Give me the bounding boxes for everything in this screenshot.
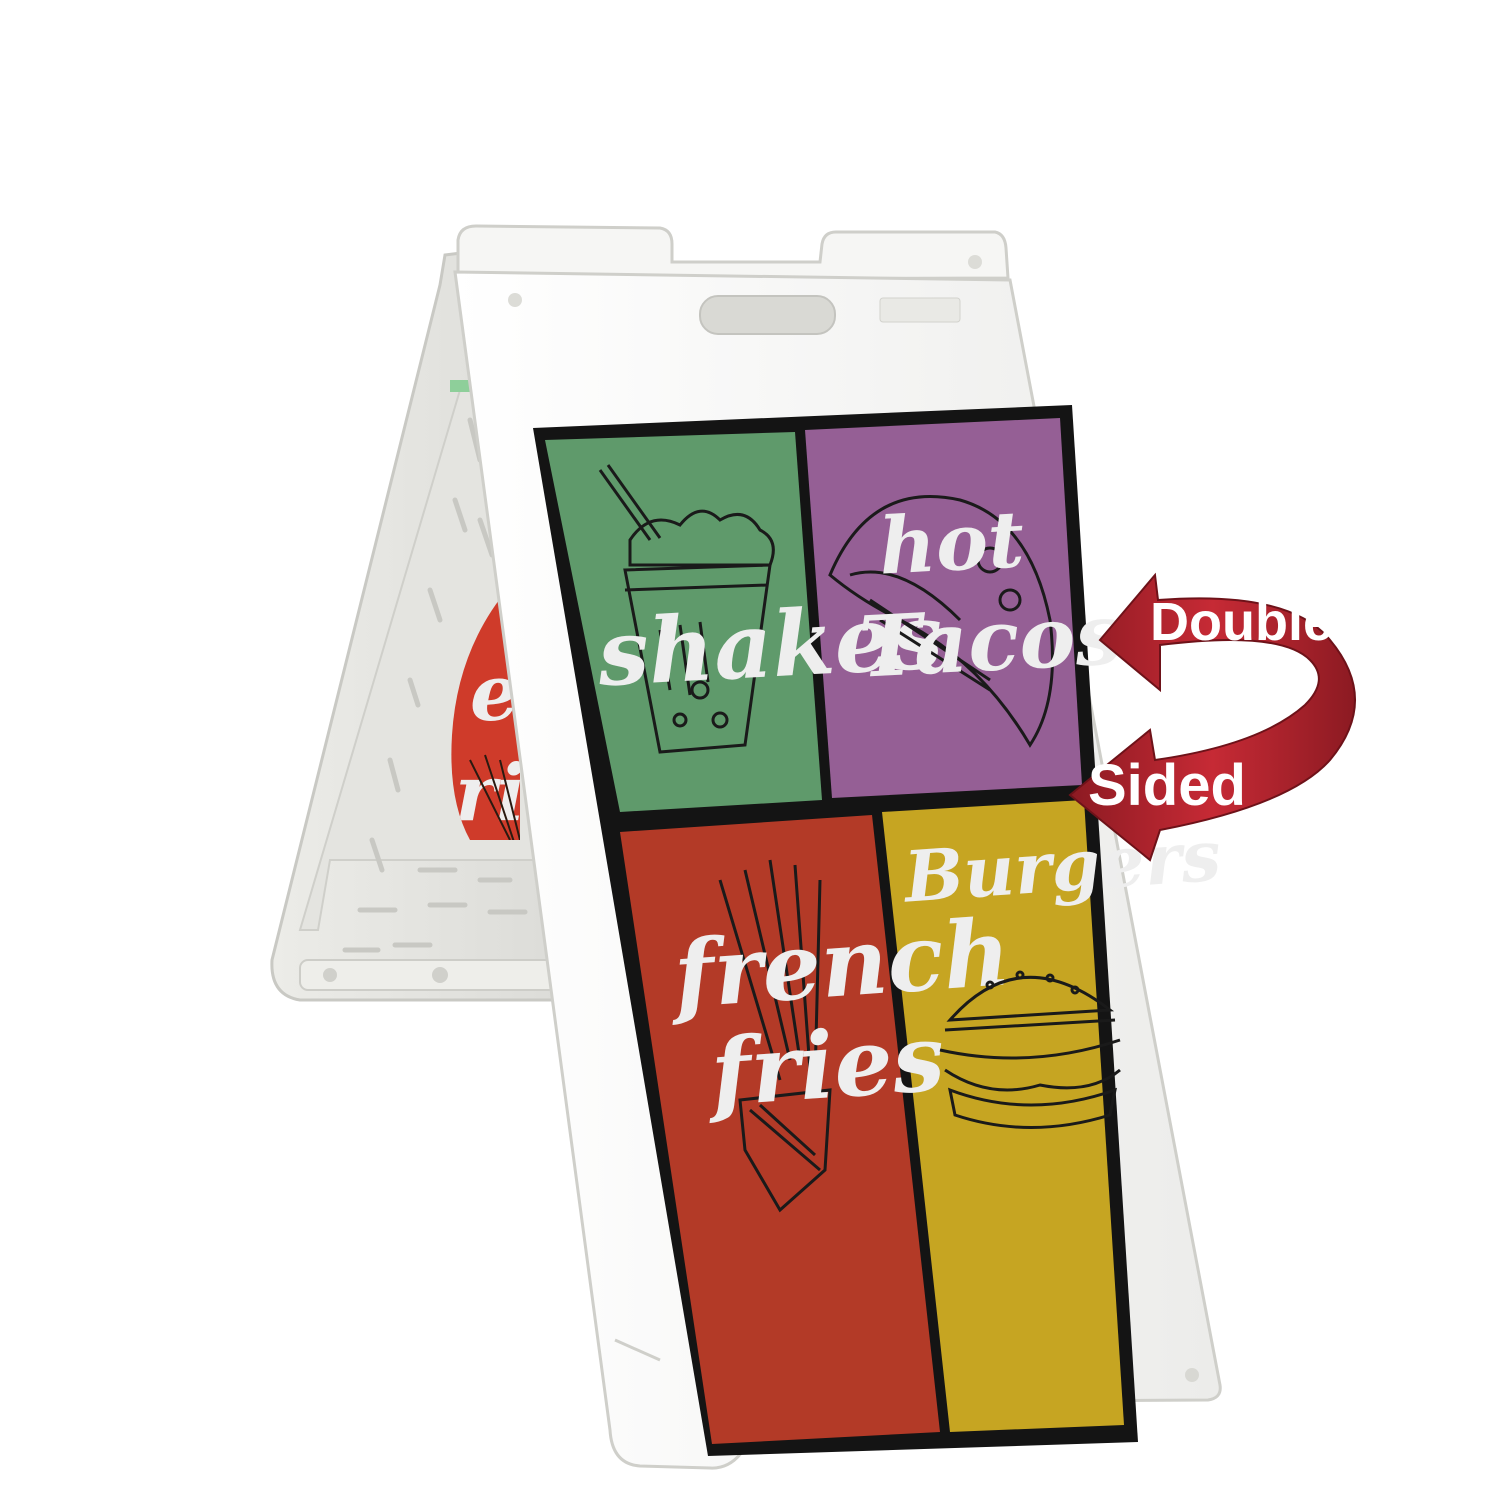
panel-tacos-label-1: hot: [877, 494, 1026, 592]
panel-fries-label-2: fries: [702, 1003, 948, 1127]
front-frame-bolt-tl: [508, 293, 522, 307]
back-frame-bolt-2: [323, 968, 337, 982]
front-frame-handle[interactable]: [699, 295, 836, 335]
back-frame-bolt: [432, 967, 448, 983]
front-frame-label-plate: [879, 297, 961, 323]
a-frame-sign-scene: en ries: [270, 224, 1356, 1470]
callout-double-label: Double: [1150, 592, 1333, 652]
callout-sided-label: Sided: [1088, 753, 1246, 818]
panel-tacos-label-2: Tacos: [857, 584, 1125, 697]
front-frame-bolt-br: [1185, 1368, 1199, 1382]
front-frame-bolt-tr: [968, 255, 982, 269]
